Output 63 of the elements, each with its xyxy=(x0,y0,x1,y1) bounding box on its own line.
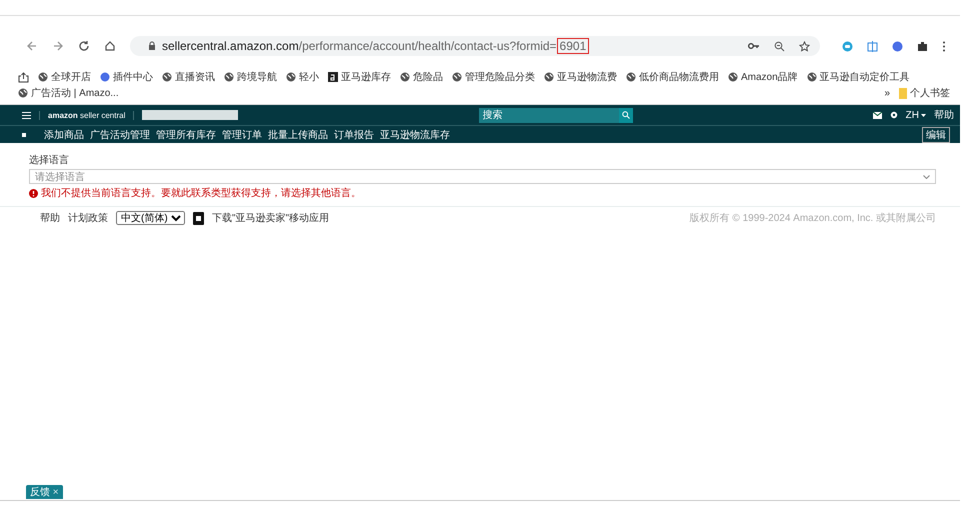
bookmark-item[interactable]: Amazon品牌 xyxy=(728,70,798,84)
nav-link[interactable]: 广告活动管理 xyxy=(90,128,150,142)
nav-link[interactable]: 管理订单 xyxy=(222,128,262,142)
address-bar[interactable]: sellercentral.amazon.com/performance/account/health/contact-us?formid= 6901 xyxy=(130,36,820,56)
star-icon[interactable] xyxy=(799,40,810,52)
reload-icon[interactable] xyxy=(78,40,90,52)
bookmark-item[interactable]: 全球开店 xyxy=(38,70,91,84)
bookmark-item[interactable]: 危险品 xyxy=(400,70,443,84)
nav-link[interactable]: 管理所有库存 xyxy=(156,128,216,142)
extension-icon[interactable] xyxy=(867,40,878,52)
url-text: sellercentral.amazon.com/performance/account/health/contact-us?formid= xyxy=(162,39,557,53)
search-button[interactable] xyxy=(618,108,633,122)
nav-link[interactable]: 亚马逊物流库存 xyxy=(380,128,450,142)
more-bookmarks-button[interactable]: » xyxy=(884,88,890,98)
bookmark-item[interactable]: 亚马逊库存 xyxy=(328,70,391,84)
forward-icon[interactable] xyxy=(52,40,64,52)
caret-icon xyxy=(921,114,926,116)
menu-icon[interactable] xyxy=(942,40,946,52)
footer-link[interactable]: 计划政策 xyxy=(68,211,108,225)
share-icon[interactable] xyxy=(18,72,29,82)
extension-icon[interactable] xyxy=(892,40,903,52)
copyright-text: 版权所有 © 1999-2024 Amazon.com, Inc. 或其附属公司 xyxy=(690,212,936,225)
home-icon[interactable] xyxy=(104,40,116,52)
phone-icon xyxy=(193,212,204,224)
chevron-icon xyxy=(923,174,930,178)
bookmark-item[interactable]: 直播资讯 xyxy=(162,70,215,84)
search-icon xyxy=(622,111,630,119)
menu-icon[interactable] xyxy=(22,112,31,118)
seller-central-logo[interactable]: amazon seller central xyxy=(39,110,134,120)
edit-button[interactable]: 编辑 xyxy=(922,126,950,142)
feedback-tab[interactable]: 反馈 × xyxy=(26,485,63,499)
bookmark-item[interactable]: 轻小 xyxy=(286,70,319,84)
bookmark-item[interactable]: 管理危险品分类 xyxy=(452,70,535,84)
language-select[interactable]: 中文(简体) xyxy=(116,211,185,225)
lock-icon xyxy=(148,41,156,51)
bookmark-item[interactable]: 广告活动 | Amazo... xyxy=(18,86,119,100)
bookmark-folder[interactable]: 个人书签 xyxy=(899,86,950,100)
key-icon[interactable] xyxy=(748,42,760,50)
bookmark-item[interactable]: 亚马逊自动定价工具 xyxy=(806,70,910,84)
language-menu[interactable]: ZH xyxy=(906,110,926,120)
circle-icon xyxy=(100,72,110,82)
bookmark-item[interactable]: 低价商品物流费用 xyxy=(626,70,719,84)
error-message: 我们不提供当前语言支持。要就此联系类型获得支持，请选择其他语言。 xyxy=(41,186,361,200)
error-icon xyxy=(29,188,38,198)
back-icon[interactable] xyxy=(26,40,38,52)
bookmark-item[interactable]: 亚马逊物流费 xyxy=(544,70,617,84)
extension-icon[interactable] xyxy=(842,40,853,52)
nav-link[interactable]: 订单报告 xyxy=(334,128,374,142)
language-dropdown[interactable]: 请选择语言 xyxy=(29,169,936,184)
bookmark-item[interactable]: 跨境导航 xyxy=(224,70,277,84)
zoom-icon[interactable] xyxy=(774,40,785,52)
folder-icon xyxy=(899,88,907,98)
nav-link[interactable]: 批量上传商品 xyxy=(268,128,328,142)
letter-a-icon xyxy=(328,72,338,82)
app-download-link[interactable]: 下载"亚马逊卖家"移动应用 xyxy=(212,211,330,225)
mail-icon[interactable] xyxy=(872,112,882,118)
search-field[interactable]: 搜索 xyxy=(478,108,619,122)
nav-link[interactable]: 添加商品 xyxy=(44,128,84,142)
footer-link[interactable]: 帮助 xyxy=(40,211,60,225)
url-highlight: 6901 xyxy=(556,38,590,54)
field-label: 选择语言 xyxy=(29,154,70,167)
bookmark-item[interactable]: 插件中心 xyxy=(100,70,153,84)
help-link[interactable]: 帮助 xyxy=(934,108,954,122)
